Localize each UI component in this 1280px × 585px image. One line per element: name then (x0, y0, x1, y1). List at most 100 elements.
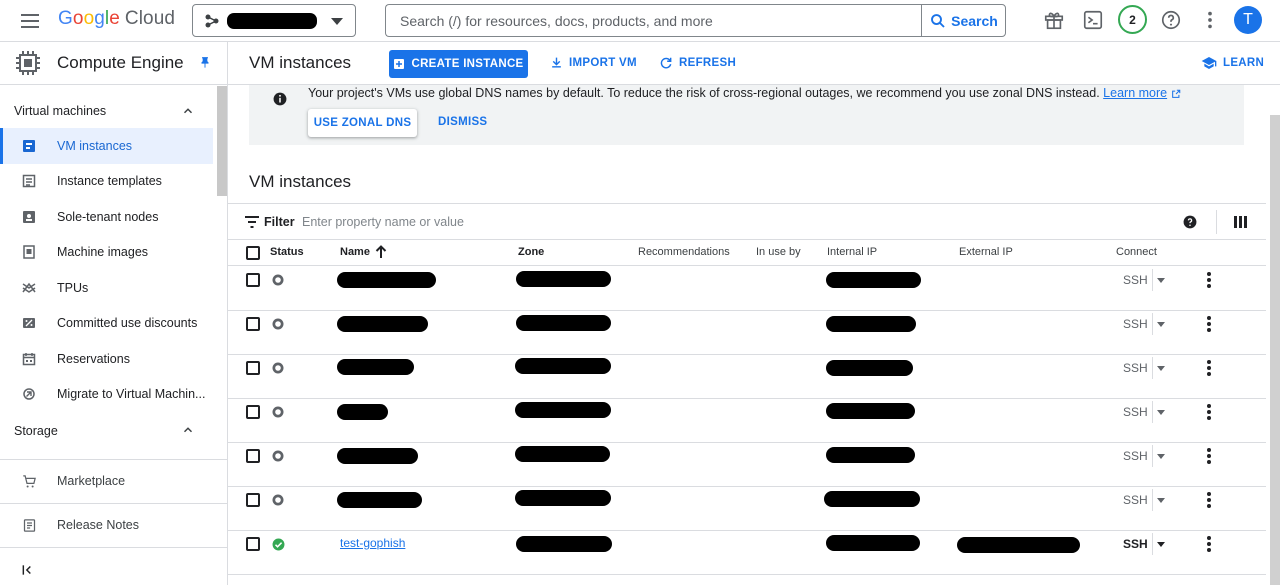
sidebar-item-label: TPUs (57, 281, 89, 295)
collapse-sidebar-icon[interactable] (21, 563, 35, 577)
vm-name-link[interactable]: test-gophish (340, 536, 405, 550)
table-row[interactable]: SSH (228, 399, 1266, 443)
redacted-internal-ip (826, 447, 915, 463)
row-checkbox[interactable] (246, 493, 260, 507)
row-checkbox[interactable] (246, 317, 260, 331)
more-vert-icon[interactable] (1205, 491, 1213, 509)
ssh-button[interactable]: SSH (1123, 493, 1148, 507)
select-all-checkbox[interactable] (246, 246, 260, 260)
ssh-dropdown-icon[interactable] (1157, 410, 1165, 415)
column-header-external-ip[interactable]: External IP (959, 246, 1013, 258)
column-header-status[interactable]: Status (270, 246, 304, 258)
column-header-connect[interactable]: Connect (1116, 246, 1157, 258)
ssh-dropdown-icon[interactable] (1157, 498, 1165, 503)
download-icon (552, 57, 561, 68)
more-vert-icon[interactable] (1205, 447, 1213, 465)
filter-bar: Filter (228, 203, 1266, 240)
sidebar-item-migrate-to-virtual-machines[interactable]: Migrate to Virtual Machin... (0, 376, 213, 412)
row-checkbox[interactable] (246, 361, 260, 375)
column-header-name[interactable]: Name (340, 246, 370, 258)
chevron-up-icon[interactable] (181, 423, 195, 437)
row-checkbox[interactable] (246, 537, 260, 551)
help-icon[interactable] (1183, 215, 1197, 229)
more-vert-icon[interactable] (1205, 271, 1213, 289)
learn-more-link[interactable]: Learn more (1103, 86, 1167, 100)
add-box-icon (394, 59, 405, 69)
sidebar-item-vm-instances[interactable]: VM instances (0, 128, 213, 164)
more-vert-icon[interactable] (1199, 9, 1221, 31)
column-header-in-use-by[interactable]: In use by (756, 246, 801, 258)
ssh-button[interactable]: SSH (1123, 317, 1148, 331)
import-vm-button[interactable]: IMPORT VM (550, 56, 637, 69)
create-instance-button[interactable]: CREATE INSTANCE (389, 50, 528, 78)
hamburger-menu-icon[interactable] (18, 9, 42, 33)
project-picker[interactable] (192, 4, 356, 37)
filter-list-icon[interactable] (245, 216, 259, 228)
row-checkbox[interactable] (246, 273, 260, 287)
table-row[interactable]: SSH (228, 443, 1266, 487)
search-button[interactable]: Search (921, 4, 1006, 37)
ssh-button[interactable]: SSH (1123, 361, 1148, 375)
google-cloud-logo[interactable]: Google Cloud (58, 8, 175, 30)
gift-icon[interactable] (1043, 9, 1065, 31)
ssh-button[interactable]: SSH (1123, 537, 1148, 551)
section-virtual-machines[interactable]: Virtual machines (14, 104, 106, 118)
cloud-shell-icon[interactable] (1082, 9, 1104, 31)
sidebar-item-tpus[interactable]: TPUs (0, 270, 213, 306)
filter-label[interactable]: Filter (264, 215, 295, 229)
column-header-recommendations[interactable]: Recommendations (638, 246, 730, 258)
pin-icon[interactable] (198, 56, 212, 70)
ssh-button[interactable]: SSH (1123, 273, 1148, 287)
column-header-zone[interactable]: Zone (518, 246, 544, 258)
column-display-icon[interactable] (1234, 216, 1247, 228)
row-checkbox[interactable] (246, 405, 260, 419)
main-scrollbar[interactable] (1270, 115, 1280, 585)
table-row[interactable]: SSH (228, 355, 1266, 399)
arrow-up-sort-icon[interactable] (375, 245, 387, 259)
search-input[interactable] (386, 5, 922, 36)
row-checkbox[interactable] (246, 449, 260, 463)
zonal-dns-banner: Your project's VMs use global DNS names … (249, 85, 1244, 145)
sidebar-item-committed-use-discounts[interactable]: Committed use discounts (0, 305, 213, 341)
ssh-dropdown-icon[interactable] (1157, 322, 1165, 327)
more-vert-icon[interactable] (1205, 403, 1213, 421)
notifications-badge[interactable]: 2 (1118, 5, 1147, 34)
filter-input[interactable] (302, 211, 862, 233)
stopped-status-icon (272, 406, 284, 418)
table-row[interactable]: SSH (228, 267, 1266, 311)
sidebar-item-machine-images[interactable]: Machine images (0, 234, 213, 270)
sidebar-link-release-notes[interactable]: Release Notes (0, 507, 227, 543)
open-in-new-icon[interactable] (1171, 89, 1181, 99)
chevron-up-icon[interactable] (181, 104, 195, 118)
ssh-dropdown-icon[interactable] (1157, 542, 1165, 547)
ssh-dropdown-icon[interactable] (1157, 278, 1165, 283)
search-field[interactable] (385, 4, 922, 37)
more-vert-icon[interactable] (1205, 315, 1213, 333)
page-header: VM instances CREATE INSTANCE IMPORT VM R… (228, 42, 1280, 85)
column-header-internal-ip[interactable]: Internal IP (827, 246, 877, 258)
refresh-button[interactable]: REFRESH (659, 56, 736, 70)
dismiss-button[interactable]: DISMISS (438, 116, 487, 128)
ssh-dropdown-icon[interactable] (1157, 454, 1165, 459)
sidebar-item-sole-tenant-nodes[interactable]: Sole-tenant nodes (0, 199, 213, 235)
avatar[interactable]: T (1234, 6, 1262, 34)
table-row[interactable]: test-gophish SSH (228, 531, 1266, 575)
sidebar-item-reservations[interactable]: Reservations (0, 341, 213, 377)
use-zonal-dns-button[interactable]: USE ZONAL DNS (308, 109, 417, 137)
sidebar-item-label: Machine images (57, 245, 149, 259)
sidebar-scrollbar[interactable] (217, 86, 227, 196)
ssh-dropdown-icon[interactable] (1157, 366, 1165, 371)
learn-button[interactable]: LEARN (1201, 56, 1264, 70)
redacted-external-ip[interactable] (957, 537, 1080, 553)
table-row[interactable]: SSH (228, 487, 1266, 531)
sidebar-link-marketplace[interactable]: Marketplace (0, 463, 227, 499)
more-vert-icon[interactable] (1205, 535, 1213, 553)
help-icon[interactable] (1160, 9, 1182, 31)
sidebar-item-instance-templates[interactable]: Instance templates (0, 163, 213, 199)
ssh-button[interactable]: SSH (1123, 405, 1148, 419)
search-icon (931, 13, 945, 28)
more-vert-icon[interactable] (1205, 359, 1213, 377)
section-storage[interactable]: Storage (14, 424, 58, 438)
ssh-button[interactable]: SSH (1123, 449, 1148, 463)
table-row[interactable]: SSH (228, 311, 1266, 355)
